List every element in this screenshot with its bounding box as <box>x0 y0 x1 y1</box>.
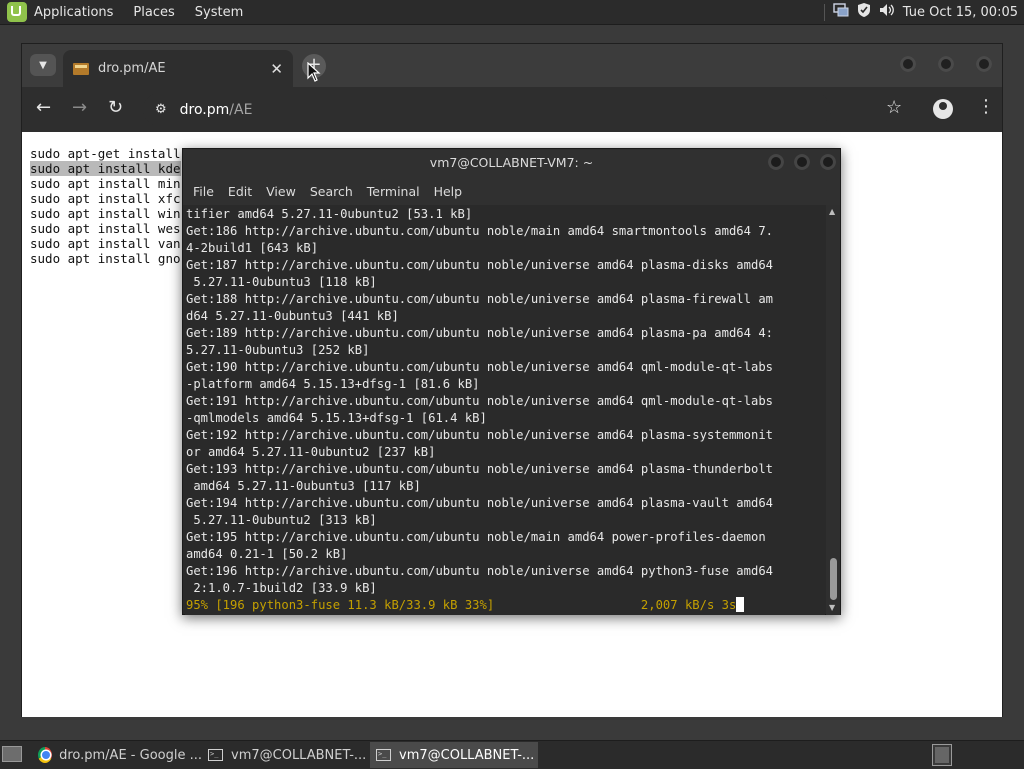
taskbar-item-browser[interactable]: dro.pm/AE - Google ... <box>32 742 202 768</box>
terminal-window: vm7@COLLABNET-VM7: ~ File Edit View Sear… <box>182 148 841 615</box>
maximize-button[interactable] <box>938 56 954 72</box>
show-desktop-icon[interactable] <box>2 746 22 762</box>
terminal-title: vm7@COLLABNET-VM7: ~ <box>429 155 594 170</box>
clock[interactable]: Tue Oct 15, 00:05 <box>903 5 1018 20</box>
page-line: sudo apt install wes <box>30 221 181 236</box>
forward-arrow-icon[interactable]: → <box>72 98 87 118</box>
scroll-down-icon[interactable]: ▼ <box>829 603 835 612</box>
terminal-output: tifier amd64 5.27.11-0ubuntu2 [53.1 kB] … <box>186 206 773 614</box>
taskbar-item-label: vm7@COLLABNET-... <box>399 747 535 763</box>
page-line: sudo apt install min <box>30 176 181 191</box>
favicon-icon <box>73 62 89 75</box>
menu-search[interactable]: Search <box>310 184 353 199</box>
menu-system[interactable]: System <box>195 5 243 20</box>
page-line: sudo apt install xfc <box>30 191 181 206</box>
chrome-icon <box>38 747 53 763</box>
menu-view[interactable]: View <box>266 184 296 199</box>
terminal-icon: >_ <box>376 749 391 761</box>
page-line: sudo apt install van <box>30 236 181 251</box>
profile-avatar-icon[interactable] <box>933 99 953 119</box>
taskbar-item-label: dro.pm/AE - Google ... <box>59 747 202 763</box>
terminal-output-text: tifier amd64 5.27.11-0ubuntu2 [53.1 kB] … <box>186 207 773 595</box>
taskbar-item-label: vm7@COLLABNET-... <box>231 747 367 763</box>
menu-applications[interactable]: Applications <box>34 5 113 20</box>
page-line-selected: sudo apt install kde <box>30 161 181 176</box>
scrollbar-thumb[interactable] <box>830 558 837 600</box>
site-info-icon[interactable]: ⚙ <box>155 102 167 117</box>
address-bar[interactable]: ⚙ dro.pm/AE <box>143 93 831 126</box>
mouse-pointer-icon <box>307 62 321 82</box>
terminal-menubar: File Edit View Search Terminal Help <box>183 177 840 205</box>
back-arrow-icon[interactable]: ← <box>36 98 51 118</box>
minimize-button[interactable] <box>900 56 916 72</box>
taskbar-item-terminal-2[interactable]: >_ vm7@COLLABNET-... <box>370 742 538 768</box>
terminal-minimize-button[interactable] <box>768 154 784 170</box>
tab-strip: ▼ dro.pm/AE ✕ + <box>22 44 1002 87</box>
tab-title: dro.pm/AE <box>98 61 166 76</box>
menu-help[interactable]: Help <box>434 184 463 199</box>
system-tray: Tue Oct 15, 00:05 <box>823 0 1024 25</box>
mint-menu-icon[interactable] <box>7 2 27 22</box>
url-host: dro.pm <box>179 101 230 118</box>
bottom-panel: dro.pm/AE - Google ... >_ vm7@COLLABNET-… <box>0 740 1024 769</box>
menu-edit[interactable]: Edit <box>228 184 252 199</box>
scroll-up-icon[interactable]: ▲ <box>829 207 835 216</box>
more-menu-icon[interactable]: ⋮ <box>977 96 995 117</box>
chevron-down-icon: ▼ <box>39 59 47 71</box>
volume-icon[interactable] <box>879 3 895 21</box>
terminal-maximize-button[interactable] <box>794 154 810 170</box>
close-icon[interactable]: ✕ <box>270 60 283 78</box>
page-line: sudo apt install gno <box>30 251 181 266</box>
tab-active[interactable]: dro.pm/AE ✕ <box>63 50 293 87</box>
terminal-output-area[interactable]: tifier amd64 5.27.11-0ubuntu2 [53.1 kB] … <box>185 205 825 615</box>
tab-search-button[interactable]: ▼ <box>30 54 56 76</box>
terminal-titlebar[interactable]: vm7@COLLABNET-VM7: ~ <box>183 149 840 177</box>
menu-places[interactable]: Places <box>133 5 174 20</box>
tray-separator <box>823 3 825 21</box>
terminal-icon: >_ <box>208 749 223 761</box>
close-window-button[interactable] <box>976 56 992 72</box>
terminal-scrollbar[interactable]: ▲ ▼ <box>826 205 840 615</box>
top-panel: Applications Places System Tue Oct 15, 0… <box>0 0 1024 25</box>
page-line: sudo apt install win <box>30 206 181 221</box>
progress-line: 95% [196 python3-fuse 11.3 kB/33.9 kB 33… <box>186 598 737 612</box>
bookmark-star-icon[interactable]: ☆ <box>886 97 902 118</box>
menu-file[interactable]: File <box>193 184 214 199</box>
taskbar-item-terminal-1[interactable]: >_ vm7@COLLABNET-... <box>202 742 368 768</box>
menu-terminal[interactable]: Terminal <box>367 184 420 199</box>
network-icon[interactable] <box>833 3 849 21</box>
terminal-cursor <box>736 597 745 612</box>
browser-toolbar: ← → ↻ ⚙ dro.pm/AE ☆ ⋮ <box>22 87 1002 132</box>
terminal-close-button[interactable] <box>820 154 836 170</box>
page-line: sudo apt-get install <box>30 146 181 161</box>
shield-icon[interactable] <box>857 2 871 22</box>
page-text: sudo apt-get install sudo apt install kd… <box>30 146 181 266</box>
workspace-switcher[interactable] <box>932 744 952 766</box>
reload-icon[interactable]: ↻ <box>108 98 123 118</box>
url-path: /AE <box>229 101 253 118</box>
